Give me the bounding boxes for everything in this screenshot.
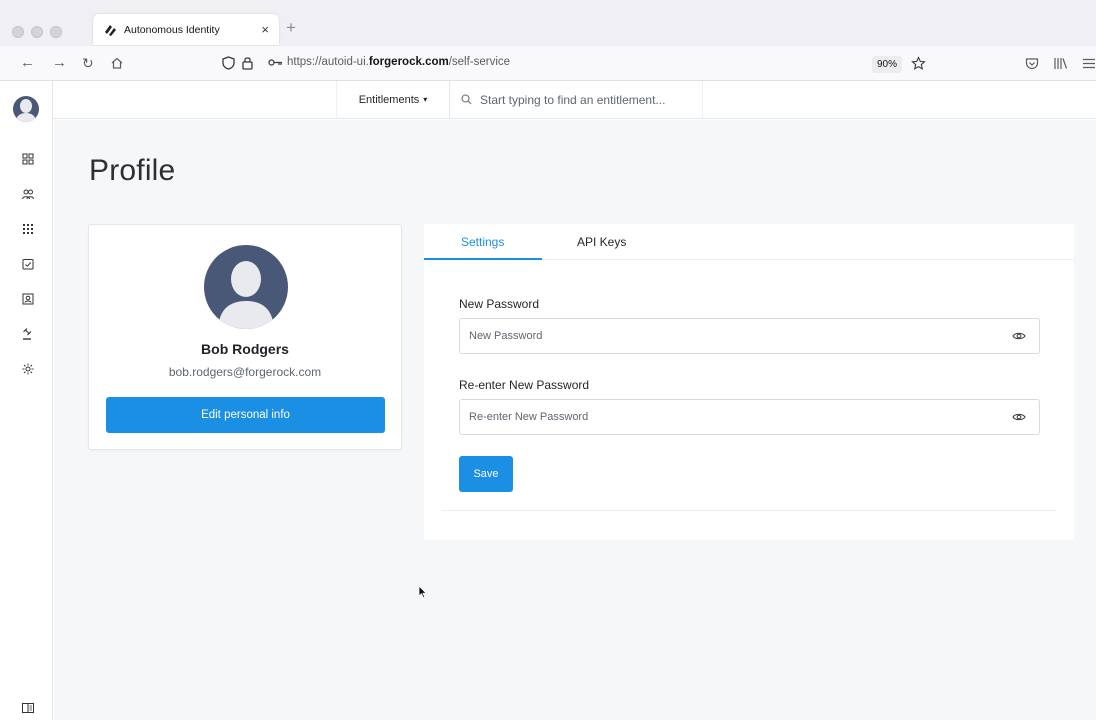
window-minimize-button[interactable]	[31, 26, 43, 38]
url-domain: forgerock.com	[368, 56, 449, 68]
url-prefix: https://autoid-ui.	[287, 56, 369, 68]
browser-tab-bar: Autonomous Identity × +	[0, 0, 1096, 46]
entitlement-search[interactable]	[451, 81, 703, 118]
new-tab-icon[interactable]: +	[286, 18, 296, 38]
lock-icon[interactable]	[241, 55, 255, 70]
window-zoom-button[interactable]	[50, 26, 62, 38]
home-icon[interactable]	[110, 56, 124, 70]
reenter-password-field[interactable]	[459, 399, 1040, 435]
active-tab-indicator	[424, 258, 542, 260]
entitlements-dropdown[interactable]: Entitlements ▾	[336, 81, 450, 118]
forgerock-favicon-icon	[105, 24, 116, 36]
close-tab-icon[interactable]: ×	[261, 22, 269, 37]
users-icon[interactable]	[22, 188, 34, 200]
entitlement-search-input[interactable]	[480, 92, 700, 107]
back-icon[interactable]: ←	[20, 54, 35, 72]
edit-personal-info-button[interactable]: Edit personal info	[106, 397, 385, 433]
show-password-eye-icon[interactable]	[1012, 330, 1026, 342]
bookmark-star-icon[interactable]	[911, 56, 926, 71]
shield-icon[interactable]	[222, 56, 235, 70]
profile-email: bob.rodgers@forgerock.com	[168, 365, 322, 379]
mouse-cursor-icon	[418, 585, 428, 599]
dashboard-icon[interactable]	[22, 153, 34, 165]
profile-name: Bob Rodgers	[201, 341, 289, 357]
settings-card: Settings API Keys New Password Re-enter …	[424, 224, 1074, 540]
url-bar[interactable]: https://autoid-ui.forgerock.com/self-ser…	[287, 56, 510, 68]
profile-avatar	[204, 245, 288, 329]
user-avatar-icon[interactable]	[9, 92, 43, 126]
identity-badge-icon[interactable]	[22, 293, 34, 305]
profile-card: Bob Rodgers bob.rodgers@forgerock.com Ed…	[88, 224, 402, 450]
app-sidebar	[0, 81, 53, 720]
search-icon	[461, 94, 472, 105]
key-icon[interactable]	[268, 58, 283, 67]
settings-divider	[442, 510, 1056, 511]
entitlements-dropdown-label: Entitlements	[358, 93, 420, 106]
browser-tab[interactable]: Autonomous Identity ×	[93, 14, 279, 45]
pocket-icon[interactable]	[1025, 57, 1039, 70]
library-icon[interactable]	[1053, 57, 1068, 70]
user-avatar-icon	[204, 245, 288, 329]
reload-icon[interactable]: ↻	[82, 54, 94, 72]
collapse-sidebar-icon[interactable]	[22, 702, 34, 714]
new-password-input[interactable]	[469, 319, 989, 353]
new-password-field[interactable]	[459, 318, 1040, 354]
new-password-label: New Password	[459, 297, 540, 311]
browser-nav-bar: ← → ↻ https://autoid-ui.forgerock.com/se…	[0, 46, 1096, 81]
menu-icon[interactable]	[1082, 58, 1096, 69]
save-button[interactable]: Save	[459, 456, 513, 492]
zoom-level-badge[interactable]: 90%	[872, 56, 902, 73]
caret-down-icon: ▾	[423, 95, 428, 104]
tab-settings[interactable]: Settings	[461, 235, 504, 249]
tab-api-keys[interactable]: API Keys	[577, 235, 626, 249]
window-close-button[interactable]	[12, 26, 24, 38]
url-path: /self-service	[448, 56, 511, 68]
settings-gear-icon[interactable]	[22, 363, 34, 375]
settings-tabs: Settings API Keys	[424, 224, 1074, 260]
apps-grid-icon[interactable]	[22, 223, 34, 235]
forward-icon[interactable]: →	[52, 54, 67, 72]
app-top-bar: Entitlements ▾	[53, 81, 1096, 119]
browser-tab-title: Autonomous Identity	[124, 23, 220, 36]
approvals-icon[interactable]	[22, 258, 34, 270]
main-content: Profile Bob Rodgers bob.rodgers@forgeroc…	[54, 120, 1096, 720]
reenter-password-label: Re-enter New Password	[459, 378, 590, 392]
page-title: Profile	[89, 154, 176, 187]
reenter-password-input[interactable]	[469, 400, 989, 434]
show-reenter-password-eye-icon[interactable]	[1012, 411, 1026, 423]
rules-gavel-icon[interactable]	[22, 328, 34, 340]
